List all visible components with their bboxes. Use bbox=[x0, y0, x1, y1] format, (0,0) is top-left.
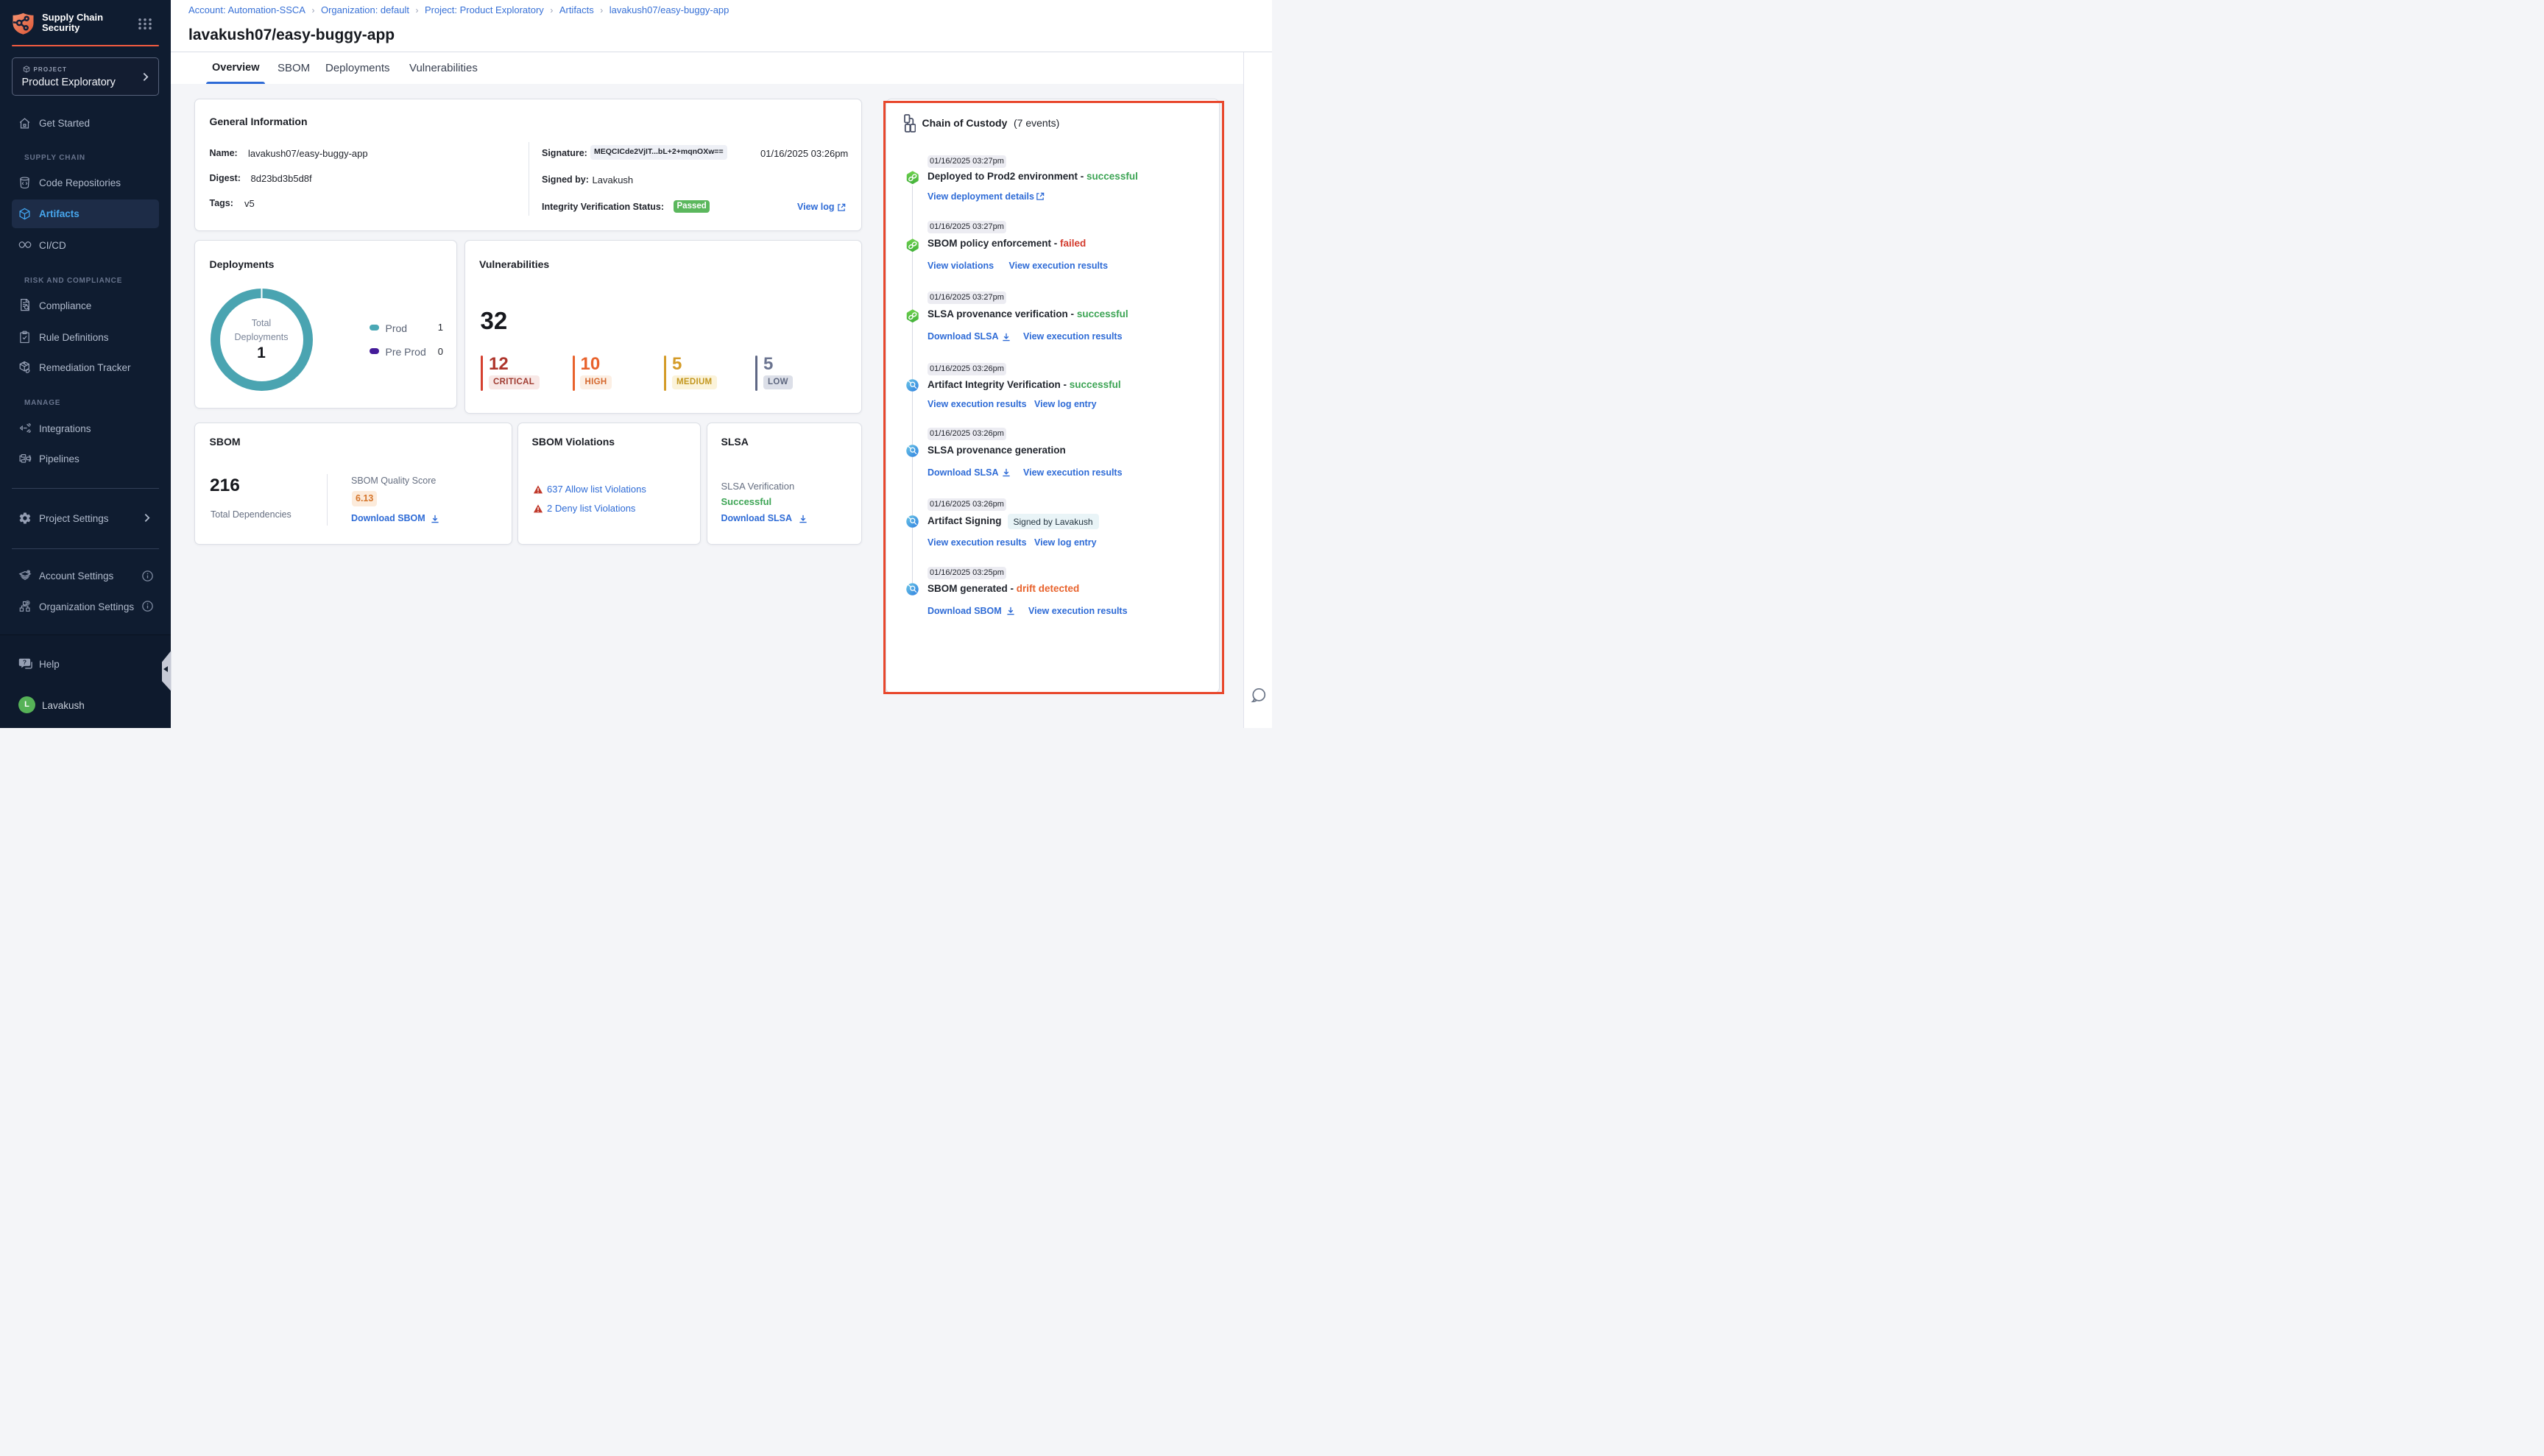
svg-text:?: ? bbox=[23, 658, 26, 665]
